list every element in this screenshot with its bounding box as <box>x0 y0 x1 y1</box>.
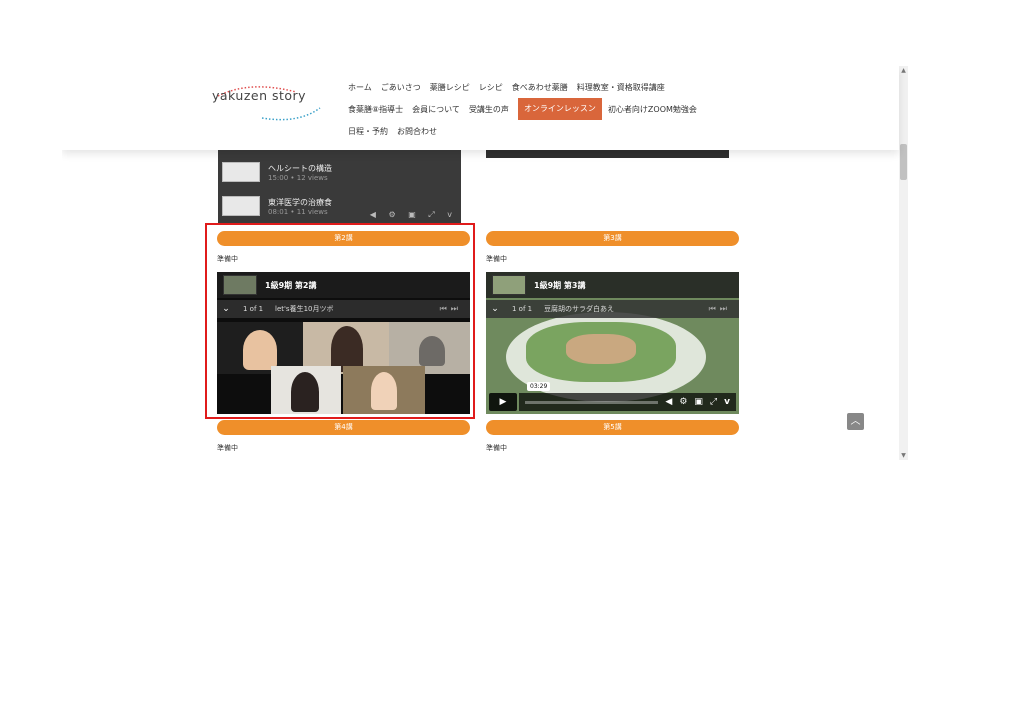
nav-item-schedule[interactable]: 日程・予約 <box>348 126 388 137</box>
nav-item-food-combination[interactable]: 食べあわせ薬膳 <box>512 82 568 93</box>
playlist-item-meta: 15:00 • 12 views <box>268 173 328 182</box>
lesson-4-status: 準備中 <box>217 444 238 452</box>
lesson-2-status: 準備中 <box>217 255 238 263</box>
page-scrollbar[interactable]: ▲ ▼ <box>899 66 908 460</box>
participant-tile <box>343 366 425 414</box>
logo-text: yakuzen story <box>212 88 307 103</box>
playlist-counter: 1 of 1 <box>512 305 533 313</box>
playlist-thumbnail <box>222 196 260 216</box>
volume-icon[interactable]: ◀ <box>665 397 672 407</box>
progress-bar[interactable]: ◀ ⚙ ▣ ⤢ v <box>519 393 736 411</box>
top-right-video-player[interactable] <box>486 150 729 158</box>
salad-tofu-image <box>566 334 636 364</box>
screenshot-canvas: yakuzen story ホーム ごあいさつ 薬膳レシピ レシピ 食べあわせ薬… <box>0 0 1024 724</box>
nav-item-instructor[interactable]: 食薬膳⑧指導士 <box>348 104 403 115</box>
playlist-counter: 1 of 1 <box>243 305 264 313</box>
vimeo-icon[interactable]: v <box>724 397 730 407</box>
scroll-up-arrow[interactable]: ▲ <box>899 66 908 75</box>
nav-row-1: ホーム ごあいさつ 薬膳レシピ レシピ 食べあわせ薬膳 料理教室・資格取得講座 <box>348 76 748 98</box>
lesson-3-button[interactable]: 第3講 <box>486 231 739 246</box>
site-header: yakuzen story ホーム ごあいさつ 薬膳レシピ レシピ 食べあわせ薬… <box>62 66 899 150</box>
lesson-4-button[interactable]: 第4講 <box>217 420 470 435</box>
video-title[interactable]: 1級9期 第2講 <box>265 280 316 291</box>
main-nav: ホーム ごあいさつ 薬膳レシピ レシピ 食べあわせ薬膳 料理教室・資格取得講座 … <box>348 76 748 142</box>
web-page: yakuzen story ホーム ごあいさつ 薬膳レシピ レシピ 食べあわせ薬… <box>62 66 908 460</box>
skip-icons[interactable]: ⏮⏭ <box>709 304 731 314</box>
nav-item-cooking-class[interactable]: 料理教室・資格取得講座 <box>577 82 665 93</box>
chevron-down-icon[interactable]: ⌄ <box>486 304 504 314</box>
lesson-2-button[interactable]: 第2講 <box>217 231 470 246</box>
time-tooltip: 03:29 <box>527 382 551 391</box>
video-title-bar: 1級9期 第2講 <box>217 272 470 298</box>
mini-controls-icons[interactable]: ◀ ⚙ ▣ ⤢ v <box>370 210 457 220</box>
gear-icon[interactable]: ⚙ <box>679 397 687 407</box>
nav-item-greeting[interactable]: ごあいさつ <box>381 82 421 93</box>
playlist-item-title: ヘルシートの構造 <box>268 163 332 173</box>
scrollbar-thumb[interactable] <box>900 144 907 180</box>
channel-avatar <box>492 275 526 295</box>
lesson-5-status: 準備中 <box>486 444 507 452</box>
lesson-3-status: 準備中 <box>486 255 507 263</box>
progress-track[interactable] <box>525 400 659 404</box>
play-icon[interactable]: ▶ <box>489 393 517 411</box>
nav-item-yakuzen-recipe[interactable]: 薬膳レシピ <box>430 82 470 93</box>
fullscreen-icon[interactable]: ⤢ <box>710 397 717 407</box>
channel-avatar <box>223 275 257 295</box>
nav-item-membership[interactable]: 会員について <box>412 104 460 115</box>
pip-icon[interactable]: ▣ <box>694 397 703 407</box>
chevron-down-icon[interactable]: ⌄ <box>217 304 235 314</box>
skip-icons[interactable]: ⏮⏭ <box>440 304 462 314</box>
playlist-item-title: 東洋医学の治療食 <box>268 197 332 207</box>
nav-item-recipe[interactable]: レシピ <box>479 82 503 93</box>
nav-item-online-lesson[interactable]: オンラインレッスン <box>517 98 602 120</box>
lesson-3-video-player[interactable]: 1級9期 第3講 ⌄ 1 of 1 豆腐胡のサラダ白あえ ⏮⏭ ▶ ◀ ⚙ ▣ … <box>486 272 739 414</box>
participant-tile <box>271 366 341 414</box>
playlist-item-name[interactable]: let's養生10月ツボ <box>275 304 333 314</box>
video-controls: ▶ ◀ ⚙ ▣ ⤢ v 03:29 <box>489 382 736 411</box>
nav-item-student-voices[interactable]: 受講生の声 <box>469 104 509 115</box>
playlist-item[interactable]: ヘルシートの構造 15:00 • 12 views <box>222 160 332 184</box>
scroll-down-arrow[interactable]: ▼ <box>899 451 908 460</box>
video-title-bar: 1級9期 第3講 <box>486 272 739 298</box>
top-left-video-player[interactable]: ヘルシートの構造 15:00 • 12 views 東洋医学の治療食 08:01… <box>218 150 461 224</box>
playlist-item-meta: 08:01 • 11 views <box>268 207 328 216</box>
video-title[interactable]: 1級9期 第3講 <box>534 280 585 291</box>
nav-item-contact[interactable]: お問合わせ <box>397 126 437 137</box>
nav-row-2: 食薬膳⑧指導士 会員について 受講生の声 オンラインレッスン 初心者向けZOOM… <box>348 98 748 120</box>
video-playlist-bar: ⌄ 1 of 1 let's養生10月ツボ ⏮⏭ <box>217 300 470 318</box>
nav-item-home[interactable]: ホーム <box>348 82 372 93</box>
site-logo[interactable]: yakuzen story <box>210 78 330 121</box>
nav-item-zoom-study[interactable]: 初心者向けZOOM勉強会 <box>608 104 697 115</box>
video-playlist-bar: ⌄ 1 of 1 豆腐胡のサラダ白あえ ⏮⏭ <box>486 300 739 318</box>
nav-row-3: 日程・予約 お問合わせ <box>348 120 748 142</box>
playlist-thumbnail <box>222 162 260 182</box>
lesson-2-video-player[interactable]: 1級9期 第2講 ⌄ 1 of 1 let's養生10月ツボ ⏮⏭ <box>217 272 470 414</box>
chevron-up-icon[interactable]: ︿ <box>847 413 864 430</box>
playlist-item-name[interactable]: 豆腐胡のサラダ白あえ <box>544 304 614 314</box>
playlist-item[interactable]: 東洋医学の治療食 08:01 • 11 views <box>222 194 332 218</box>
lesson-5-button[interactable]: 第5講 <box>486 420 739 435</box>
